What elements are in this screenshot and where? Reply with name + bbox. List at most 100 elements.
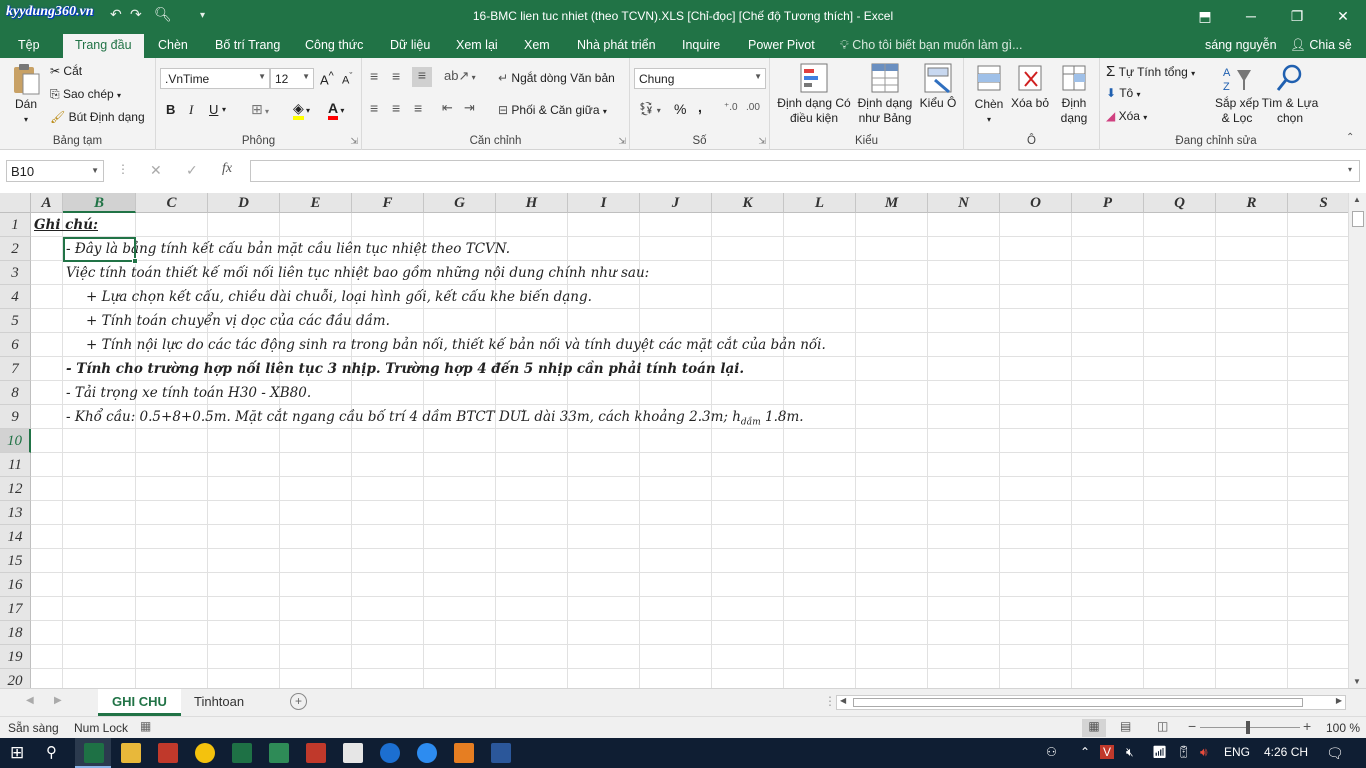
formula-input[interactable] (250, 160, 1360, 182)
project-icon[interactable] (269, 743, 289, 763)
column-header-g[interactable]: G (424, 193, 496, 213)
cell-text-row-6[interactable]: + Tính nội lực do các tác động sinh ra t… (86, 333, 826, 357)
tab-formulas[interactable]: Công thức (305, 38, 363, 52)
battery-icon[interactable]: 🔋︎ (1176, 745, 1191, 759)
cell-text-row-7[interactable]: - Tính cho trường hợp nối liên tục 3 nhị… (66, 357, 744, 381)
scroll-down-icon[interactable]: ▼ (1353, 677, 1361, 686)
excel-file-icon[interactable] (232, 743, 252, 763)
conditional-formatting-button[interactable]: Định dạng Có điều kiện (774, 62, 854, 126)
row-header-16[interactable]: 16 (0, 573, 31, 597)
prev-sheet-icon[interactable]: ◀ (26, 695, 34, 706)
select-all-corner[interactable] (0, 193, 31, 213)
copy-button[interactable]: ⎘ Sao chép ▾ (50, 87, 121, 102)
tab-page-layout[interactable]: Bố trí Trang (215, 38, 280, 52)
normal-view-icon[interactable]: ▦ (1082, 719, 1106, 737)
store-icon[interactable] (158, 743, 178, 763)
sort-filter-button[interactable]: AZ Sắp xếp & Lọc (1212, 62, 1262, 126)
align-top-icon[interactable]: ≡ (370, 68, 378, 84)
file-explorer-icon[interactable] (121, 743, 141, 763)
underline-dropdown-icon[interactable]: ▾ (222, 105, 226, 114)
close-button[interactable]: ✕ (1320, 5, 1366, 27)
column-header-q[interactable]: Q (1144, 193, 1216, 213)
row-header-13[interactable]: 13 (0, 501, 31, 525)
merge-center-button[interactable]: ⊟ Phối & Căn giữa ▾ (498, 103, 607, 117)
decrease-decimal-icon[interactable]: .00 (746, 102, 760, 113)
tab-developer[interactable]: Nhà phát triển (577, 38, 656, 52)
format-as-table-button[interactable]: Định dạng như Bảng (854, 62, 916, 126)
people-icon[interactable]: ⚇ (1046, 745, 1057, 759)
share-button[interactable]: 👤︎ Chia sẻ (1290, 38, 1352, 53)
next-sheet-icon[interactable]: ▶ (54, 695, 62, 706)
column-header-m[interactable]: M (856, 193, 928, 213)
align-right-icon[interactable]: ≡ (414, 100, 422, 116)
font-name-combo[interactable]: .VnTime ▼ (160, 68, 270, 89)
alignment-launcher-icon[interactable]: ⇲ (618, 136, 626, 147)
row-header-8[interactable]: 8 (0, 381, 31, 405)
orientation-icon[interactable]: ab↗ ▾ (444, 68, 476, 84)
teamviewer-icon[interactable] (417, 743, 437, 763)
vertical-scrollbar[interactable]: ▲ ▼ (1348, 193, 1366, 688)
active-cell-b10[interactable] (63, 237, 136, 262)
column-header-h[interactable]: H (496, 193, 568, 213)
row-header-14[interactable]: 14 (0, 525, 31, 549)
zoom-level[interactable]: 100 % (1326, 721, 1360, 735)
column-header-k[interactable]: K (712, 193, 784, 213)
mute-icon[interactable]: 🔇︎ (1126, 745, 1134, 760)
tab-view[interactable]: Xem (524, 38, 550, 52)
format-painter-button[interactable]: 🖌︎ Bút Định dạng (50, 110, 145, 124)
chevron-down-icon[interactable]: ▼ (91, 166, 99, 175)
tab-insert[interactable]: Chèn (158, 38, 188, 52)
word-icon[interactable] (491, 743, 511, 763)
language-indicator[interactable]: ENG (1224, 745, 1250, 759)
edge-icon[interactable] (380, 743, 400, 763)
row-header-7[interactable]: 7 (0, 357, 31, 381)
scroll-right-icon[interactable]: ▶ (1336, 696, 1342, 705)
page-layout-icon[interactable]: ▤ (1120, 719, 1131, 733)
excel-icon[interactable] (84, 743, 104, 763)
column-header-s[interactable]: S (1288, 193, 1348, 213)
cell-text-row-1[interactable]: Ghi chú: (34, 213, 98, 237)
windows-start-icon[interactable]: ⊞ (10, 743, 24, 763)
row-header-1[interactable]: 1 (0, 213, 31, 237)
column-header-d[interactable]: D (208, 193, 280, 213)
fill-button[interactable]: ⬇ Tô ▾ (1106, 86, 1141, 100)
search-icon[interactable]: ⚲ (46, 743, 57, 761)
tab-home[interactable]: Trang đầu (63, 34, 144, 58)
clock[interactable]: 4:26 CH (1264, 745, 1308, 759)
name-box[interactable]: B10 ▼ (6, 160, 104, 182)
column-header-e[interactable]: E (280, 193, 352, 213)
column-header-c[interactable]: C (136, 193, 208, 213)
align-left-icon[interactable]: ≡ (370, 100, 378, 116)
wrap-text-button[interactable]: ↵ Ngắt dòng Văn bản (498, 71, 615, 85)
scroll-up-icon[interactable]: ▲ (1353, 195, 1361, 204)
italic-button[interactable]: I (189, 102, 193, 118)
cell-text-row-9[interactable]: - Khổ cầu: 0.5+8+0.5m. Mặt cắt ngang cầu… (66, 405, 804, 429)
antivirus-icon[interactable]: V (1100, 745, 1115, 759)
tab-data[interactable]: Dữ liệu (390, 38, 430, 52)
clear-button[interactable]: ◢ Xóa ▾ (1106, 109, 1147, 123)
align-middle-icon[interactable]: ≡ (392, 68, 400, 84)
align-center-icon[interactable]: ≡ (392, 100, 400, 116)
cell-text-row-3[interactable]: Việc tính toán thiết kế mối nối liên tục… (66, 261, 649, 285)
notifications-icon[interactable]: 🗨︎ (1326, 745, 1344, 762)
zoom-slider[interactable] (1200, 727, 1300, 728)
column-header-o[interactable]: O (1000, 193, 1072, 213)
column-header-j[interactable]: J (640, 193, 712, 213)
page-break-icon[interactable]: ◫ (1157, 719, 1168, 733)
row-header-9[interactable]: 9 (0, 405, 31, 429)
shrink-font-icon[interactable]: Aˇ (342, 71, 352, 87)
font-size-combo[interactable]: 12 ▼ (270, 68, 314, 89)
format-cells-button[interactable]: Định dạng (1052, 62, 1096, 126)
underline-button[interactable]: U (209, 102, 218, 117)
row-header-5[interactable]: 5 (0, 309, 31, 333)
app-icon[interactable] (454, 743, 474, 763)
enter-icon[interactable]: ✓ (186, 162, 198, 179)
increase-indent-icon[interactable]: ⇥ (464, 100, 475, 116)
cell-text-row-5[interactable]: + Tính toán chuyển vị dọc của các đầu dầ… (86, 309, 390, 333)
cell-text-row-4[interactable]: + Lựa chọn kết cấu, chiều dài chuỗi, loạ… (86, 285, 592, 309)
cut-button[interactable]: ✂ Cắt (50, 64, 82, 78)
zoom-out-icon[interactable]: − (1188, 718, 1196, 734)
hscroll-thumb[interactable] (853, 698, 1303, 707)
worksheet-grid[interactable]: A B C D E F G H I J K L M N O P Q R S 1 2 3 4 5 6 7 8 9 10 11 12 13 14 15… (0, 193, 1348, 688)
bold-button[interactable]: B (166, 102, 175, 117)
